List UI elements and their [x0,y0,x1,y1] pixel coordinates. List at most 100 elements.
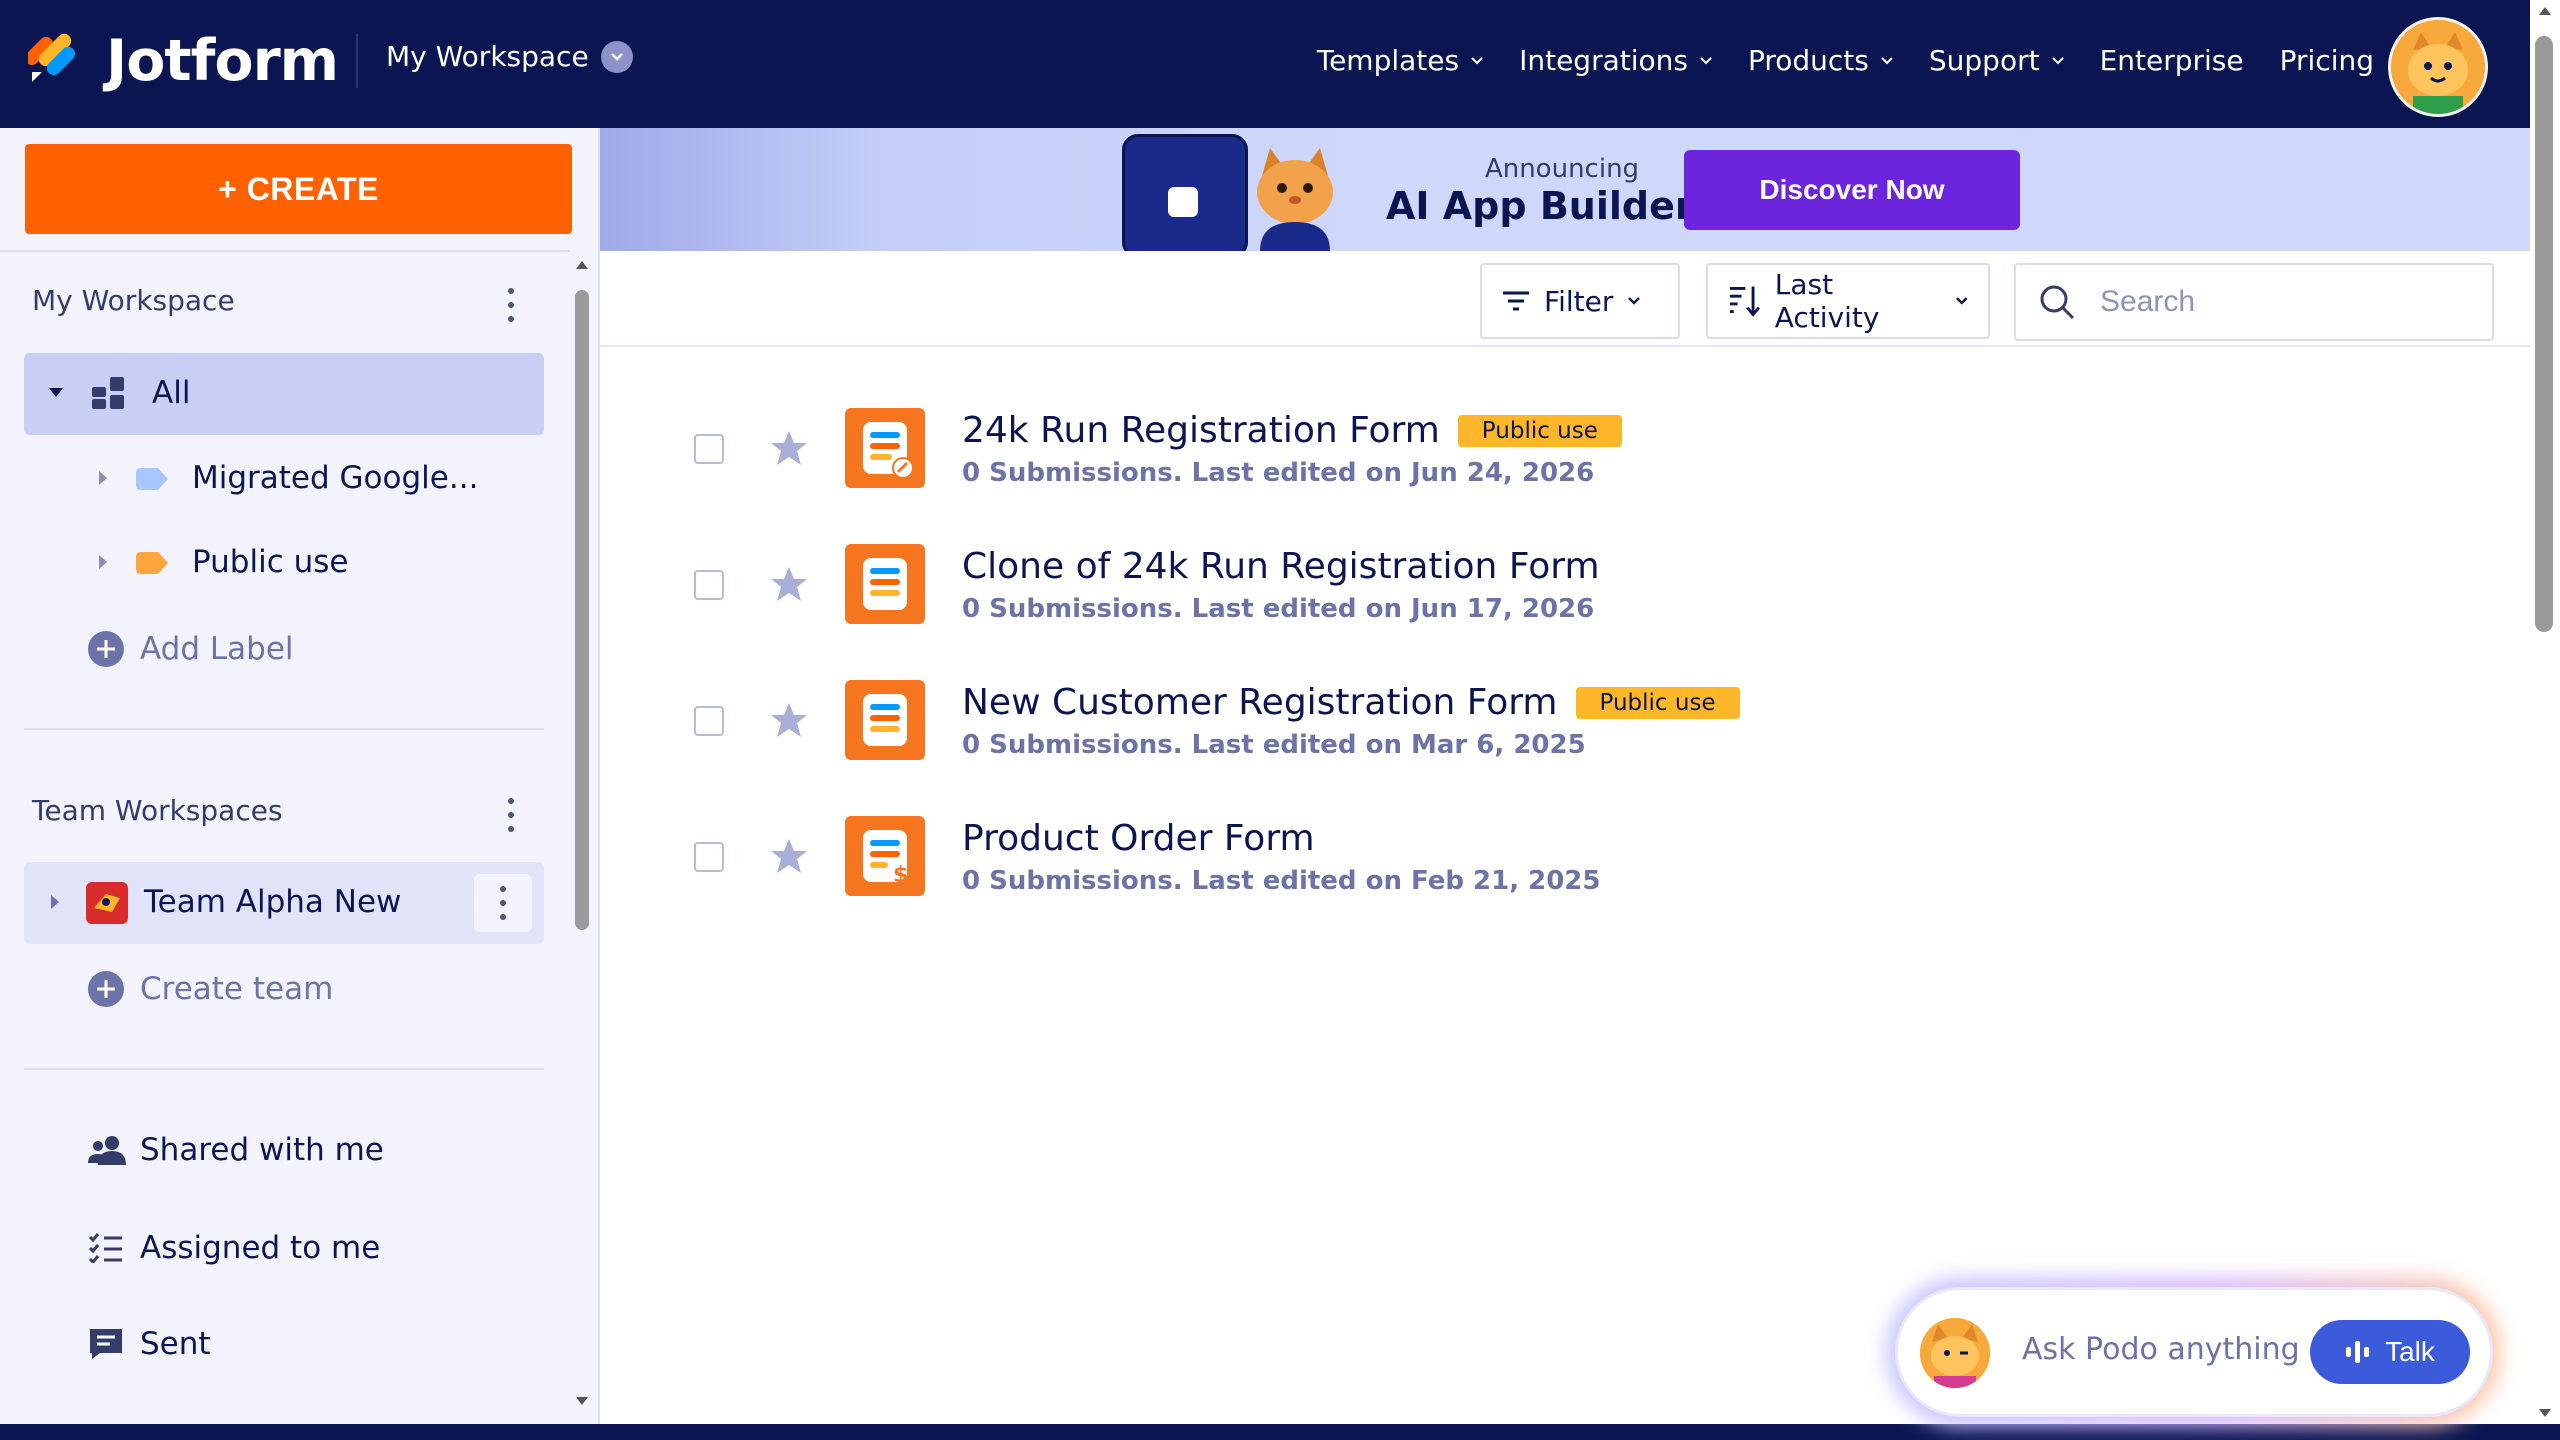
workspace-switcher[interactable]: My Workspace [386,40,633,73]
nav-label: Templates [1316,44,1460,77]
form-meta: 0 Submissions. Last edited on Jun 24, 20… [962,458,1595,488]
brand-name[interactable]: Jotform [106,28,339,94]
sidebar-item-label: Public use [192,544,349,580]
star-icon[interactable] [770,838,808,874]
scroll-up-icon[interactable] [575,260,589,270]
form-icon: $ [845,816,925,896]
app-icon [1168,187,1198,217]
divider [24,728,544,730]
form-title-text: Clone of 24k Run Registration Form [962,546,1600,587]
sidebar-item-team-alpha[interactable]: Team Alpha New [24,862,544,944]
divider [24,1068,544,1070]
announcement-banner[interactable]: Announcing AI App Builder Discover Now [600,128,2530,251]
jotform-logo-icon[interactable] [28,26,84,86]
voice-wave-icon [2346,1341,2370,1363]
form-icon [845,680,925,760]
message-icon [90,1329,122,1359]
banner-title: AI App Builder [1386,184,1694,228]
scroll-down-icon[interactable] [575,1396,589,1406]
caret-right-icon[interactable] [98,470,108,486]
form-meta: 0 Submissions. Last edited on Mar 6, 202… [962,730,1586,760]
sort-icon [1729,286,1760,317]
svg-text:$: $ [893,863,908,888]
form-row[interactable]: $ Product Order Form 0 Submissions. Last… [600,804,2530,914]
scroll-up-icon[interactable] [2538,6,2552,16]
kebab-icon [498,886,508,920]
select-checkbox[interactable] [694,842,724,872]
podo-prompt[interactable]: Ask Podo anything [2022,1332,2300,1367]
divider [0,250,570,252]
select-checkbox[interactable] [694,434,724,464]
podo-mascot-icon [1257,148,1333,251]
talk-button[interactable]: Talk [2310,1320,2470,1384]
create-team-button[interactable]: Create team [88,948,333,1030]
my-workspace-menu-icon[interactable] [506,288,516,322]
nav-integrations[interactable]: Integrations [1519,44,1712,77]
sidebar-item-all[interactable]: All [24,353,544,435]
workspace-label: My Workspace [386,40,589,73]
podo-cat-icon [1920,1318,1990,1388]
sidebar-item-shared-with-me[interactable]: Shared with me [88,1110,384,1190]
checklist-icon [88,1233,122,1263]
nav-templates[interactable]: Templates [1317,44,1483,77]
nav-support[interactable]: Support [1929,44,2064,77]
search-box[interactable] [2014,263,2494,341]
filter-button[interactable]: Filter [1480,263,1680,339]
sort-dropdown[interactable]: Last Activity [1706,263,1990,339]
avatar[interactable] [2388,17,2488,117]
chevron-down-icon [2051,56,2064,64]
nav-pricing[interactable]: Pricing [2280,44,2374,77]
sidebar-item-label-migrated[interactable]: Migrated Google... [24,438,544,520]
my-workspace-title: My Workspace [32,284,235,317]
team-menu-button[interactable] [474,874,532,932]
sidebar-item-sent[interactable]: Sent [88,1304,211,1384]
sidebar-item-label: Migrated Google... [192,460,479,496]
chevron-down-icon [1628,297,1641,305]
caret-down-icon[interactable] [48,387,64,399]
label-badge[interactable]: Public use [1575,686,1740,719]
sidebar-item-label: Assigned to me [140,1230,381,1266]
scroll-down-icon[interactable] [2538,1408,2552,1418]
team-workspaces-menu-icon[interactable] [506,798,516,832]
sidebar-item-label: Team Alpha New [144,884,402,920]
sidebar-item-label-public-use[interactable]: Public use [24,522,544,604]
search-input[interactable] [2098,284,2462,320]
discover-now-button[interactable]: Discover Now [1684,150,2020,230]
filter-label: Filter [1544,284,1614,318]
star-icon[interactable] [770,430,808,466]
select-checkbox[interactable] [694,570,724,600]
search-icon [2040,285,2075,320]
caret-right-icon[interactable] [98,554,108,570]
form-row[interactable]: 24k Run Registration Form Public use 0 S… [600,396,2530,506]
forms-toolbar: Filter Last Activity [600,251,2530,347]
form-row[interactable]: Clone of 24k Run Registration Form 0 Sub… [600,532,2530,642]
form-meta: 0 Submissions. Last edited on Jun 17, 20… [962,594,1595,624]
form-title[interactable]: Clone of 24k Run Registration Form [962,546,1600,587]
nav-label: Support [1928,44,2040,77]
label-tag-icon [136,552,168,574]
all-forms-icon [92,377,124,409]
top-navigation-bar: Jotform My Workspace Templates Integrati… [0,0,2560,128]
star-icon[interactable] [770,566,808,602]
nav-enterprise[interactable]: Enterprise [2100,44,2244,77]
sidebar-item-assigned-to-me[interactable]: Assigned to me [88,1208,380,1288]
caret-right-icon[interactable] [50,894,60,910]
add-label-button[interactable]: Add Label [88,608,294,690]
star-icon[interactable] [770,702,808,738]
nav-products[interactable]: Products [1748,44,1893,77]
plus-circle-icon [88,971,124,1007]
page-scrollbar-thumb[interactable] [2535,36,2553,632]
podo-assistant-bar[interactable]: Ask Podo anything Talk [1898,1290,2490,1414]
form-row[interactable]: New Customer Registration Form Public us… [600,668,2530,778]
create-button[interactable]: + CREATE [25,144,572,234]
form-title[interactable]: New Customer Registration Form Public us… [962,682,1740,723]
label-badge[interactable]: Public use [1457,414,1622,447]
nav-label: Pricing [2279,44,2374,77]
form-title[interactable]: Product Order Form [962,818,1315,859]
chevron-down-icon [1471,56,1483,64]
select-checkbox[interactable] [694,706,724,736]
team-avatar-icon [86,882,128,924]
sidebar-scrollbar-thumb[interactable] [575,290,589,930]
podo-cat-avatar-icon [2391,20,2485,114]
form-title[interactable]: 24k Run Registration Form Public use [962,410,1622,451]
